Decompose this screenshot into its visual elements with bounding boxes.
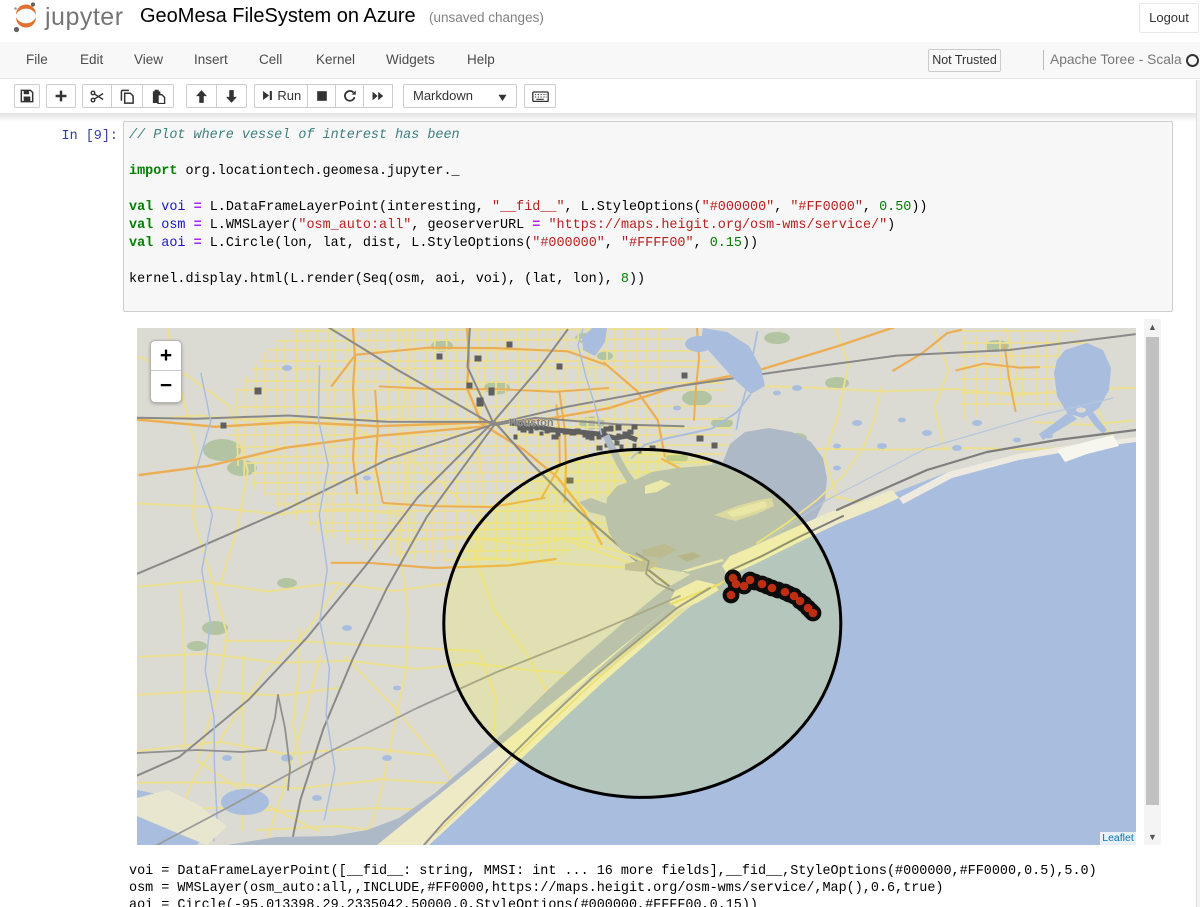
svg-text:Houston: Houston (509, 417, 554, 429)
